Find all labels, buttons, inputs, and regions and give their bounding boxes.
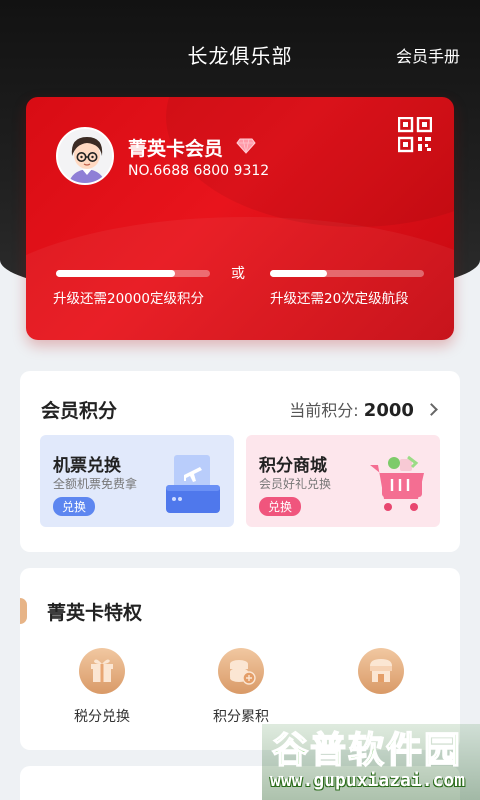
promo-title: 积分商城 bbox=[259, 456, 327, 476]
coins-icon bbox=[218, 648, 264, 694]
points-progress-bar bbox=[56, 270, 210, 277]
points-panel: 会员积分 当前积分: 2000 机票兑换 全额机票免费拿 兑换 积分商城 会员好… bbox=[20, 371, 460, 552]
current-points-value: 2000 bbox=[363, 400, 414, 421]
lounge-icon bbox=[358, 648, 404, 694]
member-number: NO.6688 6800 9312 bbox=[128, 163, 270, 179]
current-points-link[interactable]: 当前积分: 2000 bbox=[289, 397, 438, 421]
privilege-label: 积分累积 bbox=[213, 709, 269, 725]
privilege-item[interactable]: 积分累积 bbox=[191, 648, 291, 728]
watermark: 谷普软件园 www.gupuxiazai.com bbox=[262, 724, 480, 800]
member-level: 菁英卡会员 bbox=[128, 138, 224, 160]
segments-progress-fill bbox=[270, 270, 327, 277]
promo-title: 机票兑换 bbox=[53, 456, 121, 476]
diamond-icon bbox=[236, 138, 256, 154]
header: 长龙俱乐部 会员手册 bbox=[0, 0, 480, 104]
segments-progress-label: 升级还需20次定级航段 bbox=[270, 291, 409, 307]
privilege-item[interactable] bbox=[331, 648, 431, 728]
exchange-tag[interactable]: 兑换 bbox=[53, 497, 96, 516]
promo-subtitle: 全额机票免费拿 bbox=[53, 477, 138, 491]
exchange-tag[interactable]: 兑换 bbox=[259, 497, 302, 516]
svg-text:谷普软件园: 谷普软件园 bbox=[272, 730, 462, 770]
avatar[interactable] bbox=[56, 127, 114, 185]
member-card[interactable]: 菁英卡会员 NO.6688 6800 9312 或 升级还需20000定级积分 … bbox=[26, 97, 454, 340]
watermark-logo: 谷普软件园 bbox=[271, 729, 462, 770]
ticket-machine-icon bbox=[166, 455, 220, 513]
segments-progress-bar bbox=[270, 270, 424, 277]
chevron-right-icon bbox=[425, 403, 438, 416]
points-progress-label: 升级还需20000定级积分 bbox=[53, 291, 204, 307]
gift-icon bbox=[79, 648, 125, 694]
points-mall-card[interactable]: 积分商城 会员好礼兑换 兑换 bbox=[246, 435, 440, 527]
shopping-cart-icon bbox=[370, 455, 424, 511]
privileges-title: 菁英卡特权 bbox=[47, 602, 143, 624]
privilege-label: 税分兑换 bbox=[74, 709, 130, 725]
section-accent bbox=[20, 598, 27, 624]
member-handbook-link[interactable]: 会员手册 bbox=[396, 43, 460, 67]
privilege-item[interactable]: 税分兑换 bbox=[52, 648, 152, 728]
promo-subtitle: 会员好礼兑换 bbox=[259, 477, 332, 491]
ticket-exchange-card[interactable]: 机票兑换 全额机票免费拿 兑换 bbox=[40, 435, 234, 527]
or-label: 或 bbox=[231, 266, 245, 282]
watermark-url: www.gupuxiazai.com bbox=[270, 770, 466, 791]
privileges-panel: 菁英卡特权 税分兑换 积分累积 bbox=[20, 568, 460, 750]
current-points-label: 当前积分: bbox=[289, 401, 359, 420]
points-title: 会员积分 bbox=[41, 400, 118, 422]
qr-code-icon[interactable] bbox=[398, 117, 432, 153]
points-progress-fill bbox=[56, 270, 175, 277]
